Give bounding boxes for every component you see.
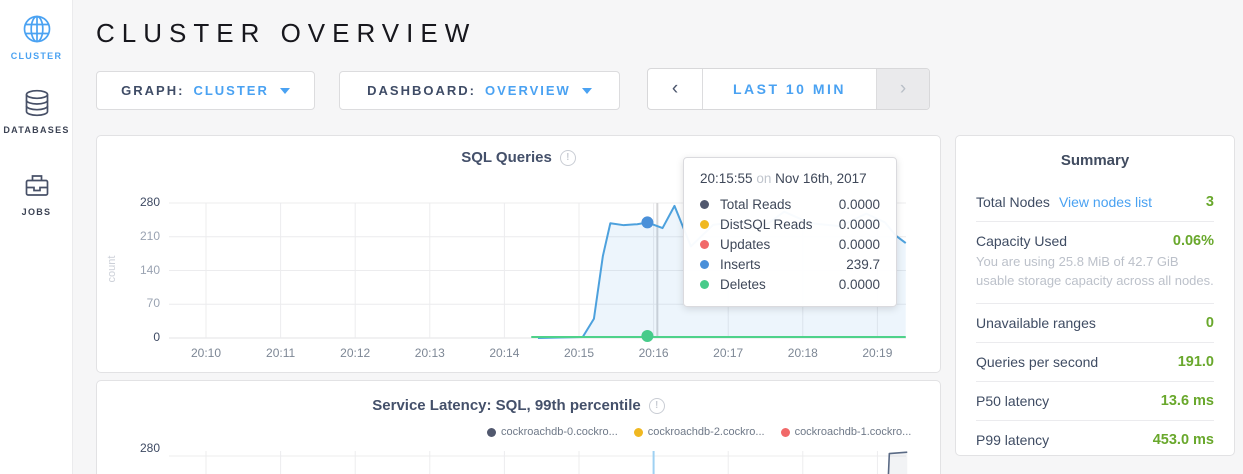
time-window-range-button[interactable]: LAST 10 MIN [703, 69, 876, 109]
page-title: CLUSTER OVERVIEW [96, 18, 476, 49]
x-tick-label: 20:11 [256, 346, 306, 360]
y-tick-label: 210 [97, 229, 160, 243]
sidebar-item-label: DATABASES [0, 125, 73, 135]
chart-tooltip: 20:15:55 on Nov 16th, 2017 Total Reads 0… [683, 157, 897, 307]
summary-title: Summary [976, 136, 1214, 183]
series-dot-icon [700, 240, 709, 249]
sidebar-item-label: JOBS [0, 207, 73, 217]
sidebar-item-cluster[interactable]: CLUSTER [0, 13, 73, 61]
total-nodes-row: Total Nodes View nodes list 3 [976, 183, 1214, 222]
total-nodes-value: 3 [1206, 194, 1214, 210]
tooltip-row: Deletes 0.0000 [700, 274, 880, 294]
x-tick-label: 20:13 [405, 346, 455, 360]
sidebar-item-databases[interactable]: DATABASES [0, 87, 73, 135]
databases-icon [21, 87, 53, 119]
series-dot-icon [700, 200, 709, 209]
summary-panel: Summary Total Nodes View nodes list 3 Ca… [955, 135, 1235, 456]
view-nodes-list-link[interactable]: View nodes list [1059, 194, 1152, 210]
sidebar-item-jobs[interactable]: JOBS [0, 169, 73, 217]
y-tick-label: 70 [97, 296, 160, 310]
chevron-down-icon [280, 88, 290, 94]
time-window-prev-button[interactable]: ‹ [648, 69, 703, 109]
briefcase-icon [21, 169, 53, 201]
series-dot-icon [700, 260, 709, 269]
y-tick-label: 280 [97, 195, 160, 209]
chevron-right-icon: › [900, 78, 906, 100]
graph-dropdown-value: CLUSTER [193, 83, 268, 98]
dashboard-dropdown[interactable]: DASHBOARD: OVERVIEW [339, 71, 620, 110]
service-latency-chart-canvas[interactable] [97, 381, 942, 474]
series-dot-icon [700, 220, 709, 229]
dashboard-dropdown-value: OVERVIEW [485, 83, 571, 98]
p50-latency-row: P50 latency 13.6 ms [976, 382, 1214, 421]
capacity-used-row: Capacity Used 0.06% You are using 25.8 M… [976, 222, 1214, 304]
cluster-overview-page: CLUSTER DATABASES JOBS CLUSTER OVERVIEW … [0, 0, 1243, 474]
globe-icon [21, 13, 53, 45]
series-dot-icon [700, 280, 709, 289]
capacity-note: You are using 25.8 MiB of 42.7 GiB usabl… [976, 253, 1214, 291]
x-tick-label: 20:15 [554, 346, 604, 360]
service-latency-chart-card: Service Latency: SQL, 99th percentile ! … [96, 380, 941, 474]
tooltip-row: Total Reads 0.0000 [700, 194, 880, 214]
tooltip-row: Updates 0.0000 [700, 234, 880, 254]
x-tick-label: 20:10 [181, 346, 231, 360]
unavailable-ranges-row: Unavailable ranges 0 [976, 304, 1214, 343]
capacity-used-value: 0.06% [1173, 233, 1214, 249]
time-window-next-button[interactable]: › [876, 69, 929, 109]
x-tick-label: 20:18 [778, 346, 828, 360]
chevron-left-icon: ‹ [672, 78, 678, 100]
queries-per-second-row: Queries per second 191.0 [976, 343, 1214, 382]
sidebar: CLUSTER DATABASES JOBS [0, 0, 73, 474]
graph-dropdown[interactable]: GRAPH: CLUSTER [96, 71, 315, 110]
x-tick-label: 20:17 [703, 346, 753, 360]
tooltip-row: DistSQL Reads 0.0000 [700, 214, 880, 234]
time-window-selector: ‹ LAST 10 MIN › [647, 68, 930, 110]
x-tick-label: 20:19 [852, 346, 902, 360]
graph-dropdown-label: GRAPH: [121, 83, 184, 98]
tooltip-timestamp: 20:15:55 on Nov 16th, 2017 [700, 171, 880, 186]
y-tick-label: 140 [97, 263, 160, 277]
dashboard-dropdown-label: DASHBOARD: [367, 83, 476, 98]
x-tick-label: 20:16 [629, 346, 679, 360]
chevron-down-icon [582, 88, 592, 94]
y-tick-label: 0 [97, 330, 160, 344]
tooltip-row: Inserts 239.7 [700, 254, 880, 274]
x-tick-label: 20:14 [479, 346, 529, 360]
sidebar-item-label: CLUSTER [0, 51, 73, 61]
x-tick-label: 20:12 [330, 346, 380, 360]
p99-latency-row: P99 latency 453.0 ms [976, 421, 1214, 459]
